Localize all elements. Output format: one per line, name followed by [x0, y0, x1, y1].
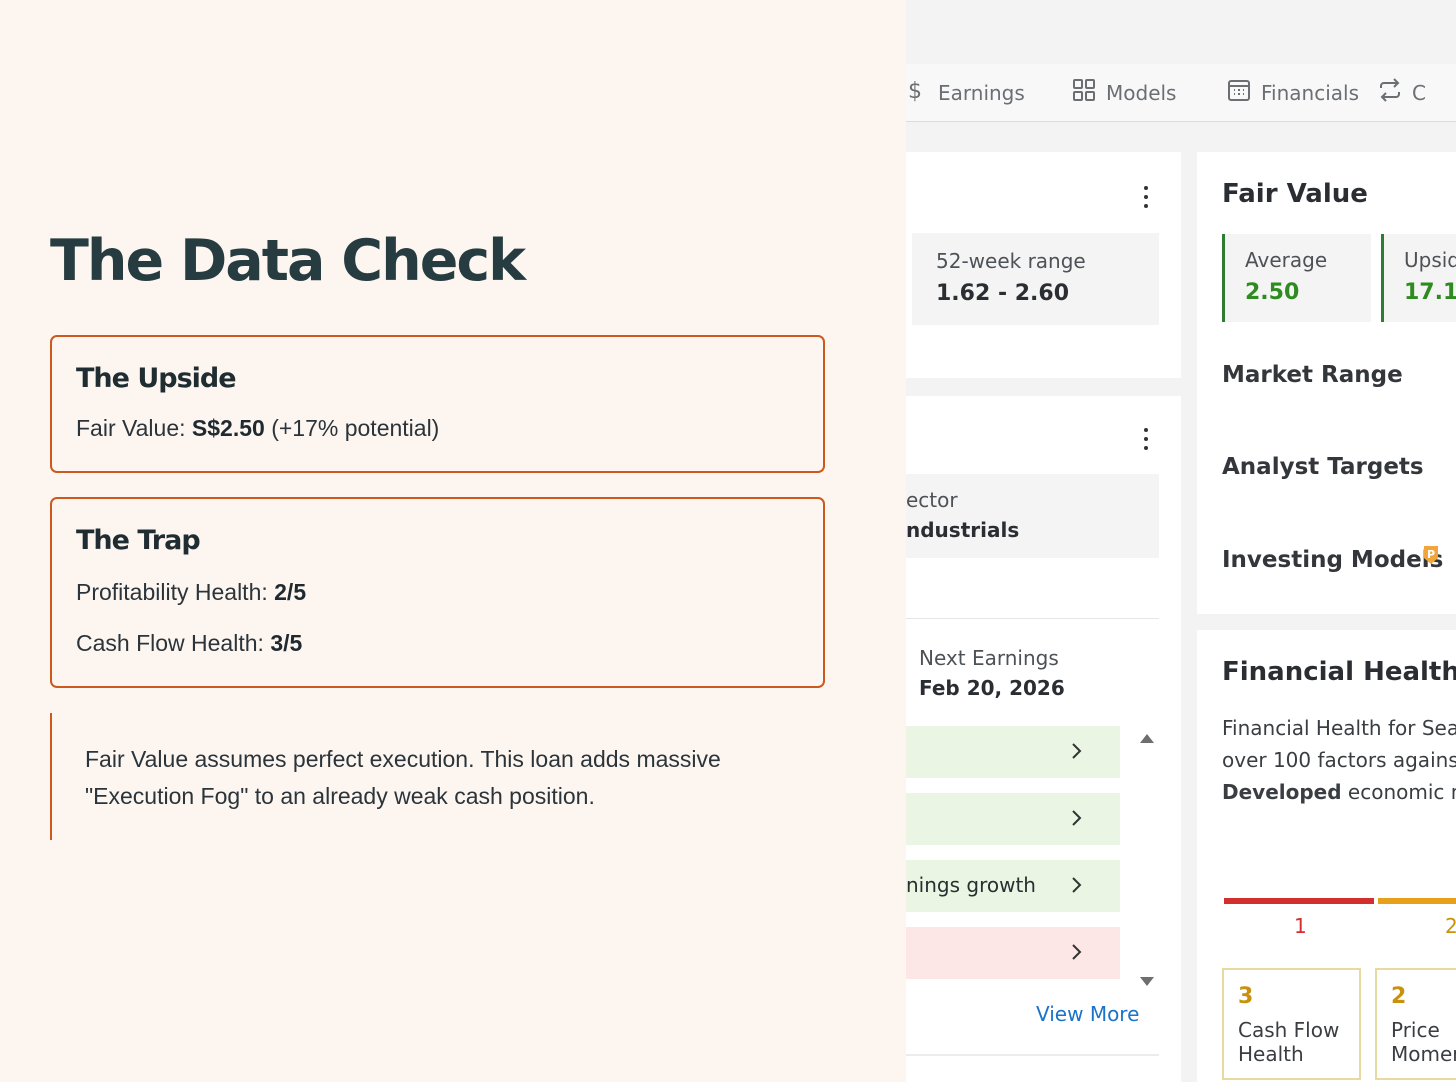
fair-value-amount: S$2.50	[191, 415, 265, 441]
nav-models-label: Models	[1106, 80, 1177, 105]
svg-text:P: P	[1427, 548, 1435, 561]
quote-text: Fair Value assumes perfect execution. Th…	[85, 746, 721, 809]
nav-models[interactable]: Models	[1072, 78, 1176, 107]
health-score-card[interactable]: 3 Cash Flow Health	[1222, 968, 1361, 1080]
financial-health-panel: Financial Health Financial Health for Se…	[1197, 630, 1456, 1082]
market-range-heading: Market Range	[1222, 362, 1403, 388]
insight-row[interactable]: nings growth	[906, 860, 1120, 912]
health-score-label-line2: Health	[1238, 1042, 1304, 1066]
chevron-right-icon	[1072, 743, 1082, 759]
upside-value: 17.1	[1404, 280, 1456, 305]
sector-value: ndustrials	[906, 518, 1020, 542]
more-options-icon[interactable]	[1143, 186, 1149, 208]
cashflow-line: Cash Flow Health: 3/5	[76, 630, 302, 657]
health-score-value: 3	[1238, 984, 1254, 1009]
health-score-label-line2: Momen	[1391, 1042, 1456, 1066]
calendar-icon	[1227, 78, 1251, 107]
more-options-icon[interactable]	[1143, 428, 1149, 450]
nav-financials-label: Financials	[1261, 80, 1359, 105]
dollar-icon: $	[906, 78, 928, 107]
fair-value-line: Fair Value: S$2.50 (+17% potential)	[76, 415, 439, 442]
fair-value-label: Fair Value:	[76, 415, 186, 441]
nav-earnings[interactable]: $ Earnings	[906, 78, 1025, 107]
health-scale-label-1: 1	[1294, 914, 1307, 938]
upside-heading: The Upside	[76, 363, 237, 394]
trap-card: The Trap Profitability Health: 2/5 Cash …	[50, 497, 825, 688]
profitability-label: Profitability Health:	[76, 579, 268, 605]
health-score-label: PriceMomen	[1391, 1018, 1456, 1066]
pro-badge-icon: P	[1424, 546, 1438, 564]
chevron-right-icon	[1072, 877, 1082, 893]
region-rest: economic ma	[1347, 780, 1456, 804]
view-more-link[interactable]: View More	[1036, 1002, 1139, 1026]
analyst-targets-heading: Analyst Targets	[1222, 454, 1424, 480]
insight-row-text: nings growth	[906, 873, 1036, 897]
fair-value-average-box: Average 2.50	[1222, 234, 1371, 322]
health-scale-segment-1	[1224, 898, 1374, 904]
divider	[906, 1054, 1159, 1056]
financial-health-title: Financial Health	[1222, 657, 1456, 687]
average-label: Average	[1245, 248, 1328, 272]
financial-health-desc-2: over 100 factors against c	[1222, 748, 1456, 772]
sector-label: ector	[906, 488, 958, 512]
week-range-value: 1.62 - 2.60	[936, 281, 1070, 306]
chevron-right-icon	[1072, 810, 1082, 826]
next-earnings-label: Next Earnings	[919, 646, 1059, 670]
financial-health-desc-1: Financial Health for Seatr	[1222, 716, 1456, 740]
investing-models-heading: Investing Models	[1222, 547, 1444, 573]
nav-compare-label: C	[1412, 80, 1426, 105]
insight-row[interactable]	[906, 927, 1120, 979]
insight-row[interactable]	[906, 793, 1120, 845]
nav-compare[interactable]: C	[1378, 78, 1426, 107]
trap-heading: The Trap	[76, 525, 201, 556]
fair-value-note: (+17% potential)	[271, 415, 440, 441]
upside-label: Upsid	[1404, 248, 1456, 272]
week-range-box: 52-week range 1.62 - 2.60	[912, 233, 1159, 325]
scroll-down-icon[interactable]	[1139, 976, 1155, 988]
svg-text:$: $	[908, 79, 922, 102]
grid-icon	[1072, 78, 1096, 107]
region-label: Developed	[1222, 780, 1342, 804]
health-score-label: Cash Flow Health	[1238, 1018, 1339, 1066]
screenshot-panel: $ Earnings Models Financials C 52-week r…	[906, 0, 1456, 1082]
slide-title: The Data Check	[50, 228, 526, 294]
nav-bar: $ Earnings Models Financials C	[906, 64, 1456, 122]
health-score-label-line1: Cash Flow	[1238, 1018, 1340, 1042]
health-scale-label-2: 2	[1445, 914, 1456, 938]
next-earnings-date: Feb 20, 2026	[919, 676, 1065, 700]
average-value: 2.50	[1245, 280, 1300, 305]
sector-box: ector ndustrials	[906, 474, 1159, 558]
insight-row[interactable]	[906, 726, 1120, 778]
health-score-label-line1: Price	[1391, 1018, 1440, 1042]
health-scale-segment-2	[1378, 898, 1456, 904]
slide-panel: The Data Check The Upside Fair Value: S$…	[0, 0, 906, 1082]
cashflow-score: 3/5	[270, 630, 303, 656]
profitability-score: 2/5	[274, 579, 307, 605]
financial-health-desc-3: Developed economic ma	[1222, 780, 1456, 804]
nav-earnings-label: Earnings	[938, 80, 1025, 105]
nav-financials[interactable]: Financials	[1227, 78, 1359, 107]
week-range-label: 52-week range	[936, 249, 1086, 273]
scroll-up-icon[interactable]	[1139, 732, 1155, 744]
profitability-line: Profitability Health: 2/5	[76, 579, 306, 606]
health-score-value: 2	[1391, 984, 1407, 1009]
overview-panel: 52-week range 1.62 - 2.60	[906, 152, 1181, 378]
fair-value-title: Fair Value	[1222, 179, 1368, 209]
swap-icon	[1378, 78, 1402, 107]
fair-value-panel: Fair Value Average 2.50 Upsid 17.1 Marke…	[1197, 152, 1456, 614]
chevron-right-icon	[1072, 944, 1082, 960]
quote-block: Fair Value assumes perfect execution. Th…	[50, 713, 810, 840]
upside-card: The Upside Fair Value: S$2.50 (+17% pote…	[50, 335, 825, 473]
cashflow-label: Cash Flow Health:	[76, 630, 264, 656]
divider	[906, 618, 1159, 619]
fair-value-upside-box: Upsid 17.1	[1381, 234, 1456, 322]
health-score-card[interactable]: 2 PriceMomen	[1375, 968, 1456, 1080]
profile-panel: ector ndustrials Next Earnings Feb 20, 2…	[906, 396, 1181, 1082]
